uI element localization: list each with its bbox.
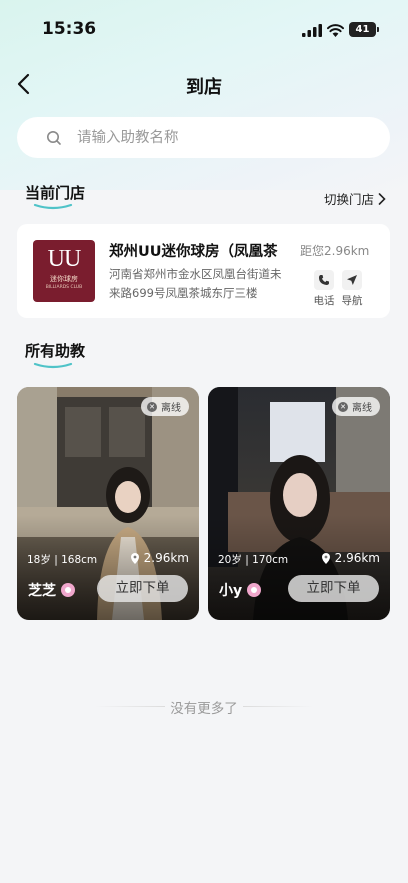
store-card[interactable]: UU 迷你球房 BILLIARDS CLUB 郑州UU迷你球房（凤凰茶 河南省郑… bbox=[17, 224, 390, 318]
distance: 2.96km bbox=[321, 551, 380, 565]
status-label: 离线 bbox=[161, 403, 181, 414]
age: 18岁 bbox=[27, 554, 51, 566]
call-button[interactable]: 电话 bbox=[311, 270, 337, 308]
assistant-card[interactable]: ✕ 离线 18岁 | 168cm 2.96km 芝芝 立即下单 bbox=[17, 387, 199, 620]
switch-store-label: 切换门店 bbox=[324, 192, 375, 207]
location-pin-icon bbox=[130, 552, 139, 564]
page-title: 到店 bbox=[186, 77, 222, 98]
signal-icon bbox=[302, 24, 322, 37]
logo-name-en: BILLIARDS CLUB bbox=[45, 285, 83, 290]
order-button[interactable]: 立即下单 bbox=[97, 575, 188, 602]
current-store-title: 当前门店 bbox=[25, 184, 86, 202]
assistant-name-row: 小y bbox=[219, 580, 262, 600]
height: 168cm bbox=[61, 554, 98, 566]
age-height: 20岁 | 170cm bbox=[218, 554, 289, 566]
battery-icon: 41 bbox=[349, 22, 379, 37]
status-label: 离线 bbox=[352, 403, 372, 414]
logo-mark: UU bbox=[47, 246, 82, 272]
wifi-icon bbox=[327, 24, 344, 37]
no-more-text: 没有更多了 bbox=[170, 701, 238, 717]
navigate-button[interactable]: 导航 bbox=[339, 270, 365, 308]
assistant-name-row: 芝芝 bbox=[28, 580, 75, 600]
offline-badge: ✕ 离线 bbox=[332, 397, 380, 416]
distance-value: 2.96km bbox=[334, 551, 380, 565]
section-underline bbox=[33, 203, 73, 210]
assistant-card[interactable]: ✕ 离线 20岁 | 170cm 2.96km 小y 立即下单 bbox=[208, 387, 390, 620]
switch-store-button[interactable]: 切换门店 bbox=[324, 189, 386, 208]
height: 170cm bbox=[252, 554, 289, 566]
navigate-icon bbox=[342, 270, 362, 290]
store-logo: UU 迷你球房 BILLIARDS CLUB bbox=[33, 240, 95, 302]
assistant-name: 芝芝 bbox=[28, 583, 56, 599]
search-input[interactable] bbox=[77, 125, 367, 150]
chevron-right-icon bbox=[378, 192, 386, 205]
location-pin-icon bbox=[321, 552, 330, 564]
store-distance: 距您2.96km bbox=[300, 244, 370, 258]
search-icon bbox=[47, 131, 61, 145]
assistants-title: 所有助教 bbox=[25, 342, 86, 360]
nav-bar: 到店 bbox=[0, 64, 408, 104]
gender-badge-icon bbox=[247, 583, 262, 597]
age: 20岁 bbox=[218, 554, 242, 566]
status-time: 15:36 bbox=[42, 19, 97, 39]
section-underline bbox=[33, 362, 73, 369]
distance: 2.96km bbox=[130, 551, 189, 565]
logo-name-cn: 迷你球房 bbox=[50, 275, 78, 283]
store-name: 郑州UU迷你球房（凤凰茶 bbox=[109, 244, 278, 260]
store-address: 河南省郑州市金水区凤凰台街道未来路699号凤凰茶城东厅三楼A15... bbox=[109, 267, 282, 300]
distance-value: 2.96km bbox=[143, 551, 189, 565]
divider-right bbox=[243, 706, 313, 707]
phone-icon bbox=[314, 270, 334, 290]
close-circle-icon: ✕ bbox=[338, 401, 348, 412]
gender-badge-icon bbox=[61, 583, 75, 597]
navigate-label: 导航 bbox=[341, 295, 363, 307]
age-height: 18岁 | 168cm bbox=[27, 554, 98, 566]
call-label: 电话 bbox=[313, 295, 335, 307]
close-circle-icon: ✕ bbox=[147, 401, 157, 412]
offline-badge: ✕ 离线 bbox=[141, 397, 189, 416]
order-button[interactable]: 立即下单 bbox=[288, 575, 379, 602]
assistant-name: 小y bbox=[219, 583, 243, 599]
search-bar[interactable] bbox=[17, 117, 390, 158]
status-bar: 15:36 41 bbox=[0, 0, 408, 58]
